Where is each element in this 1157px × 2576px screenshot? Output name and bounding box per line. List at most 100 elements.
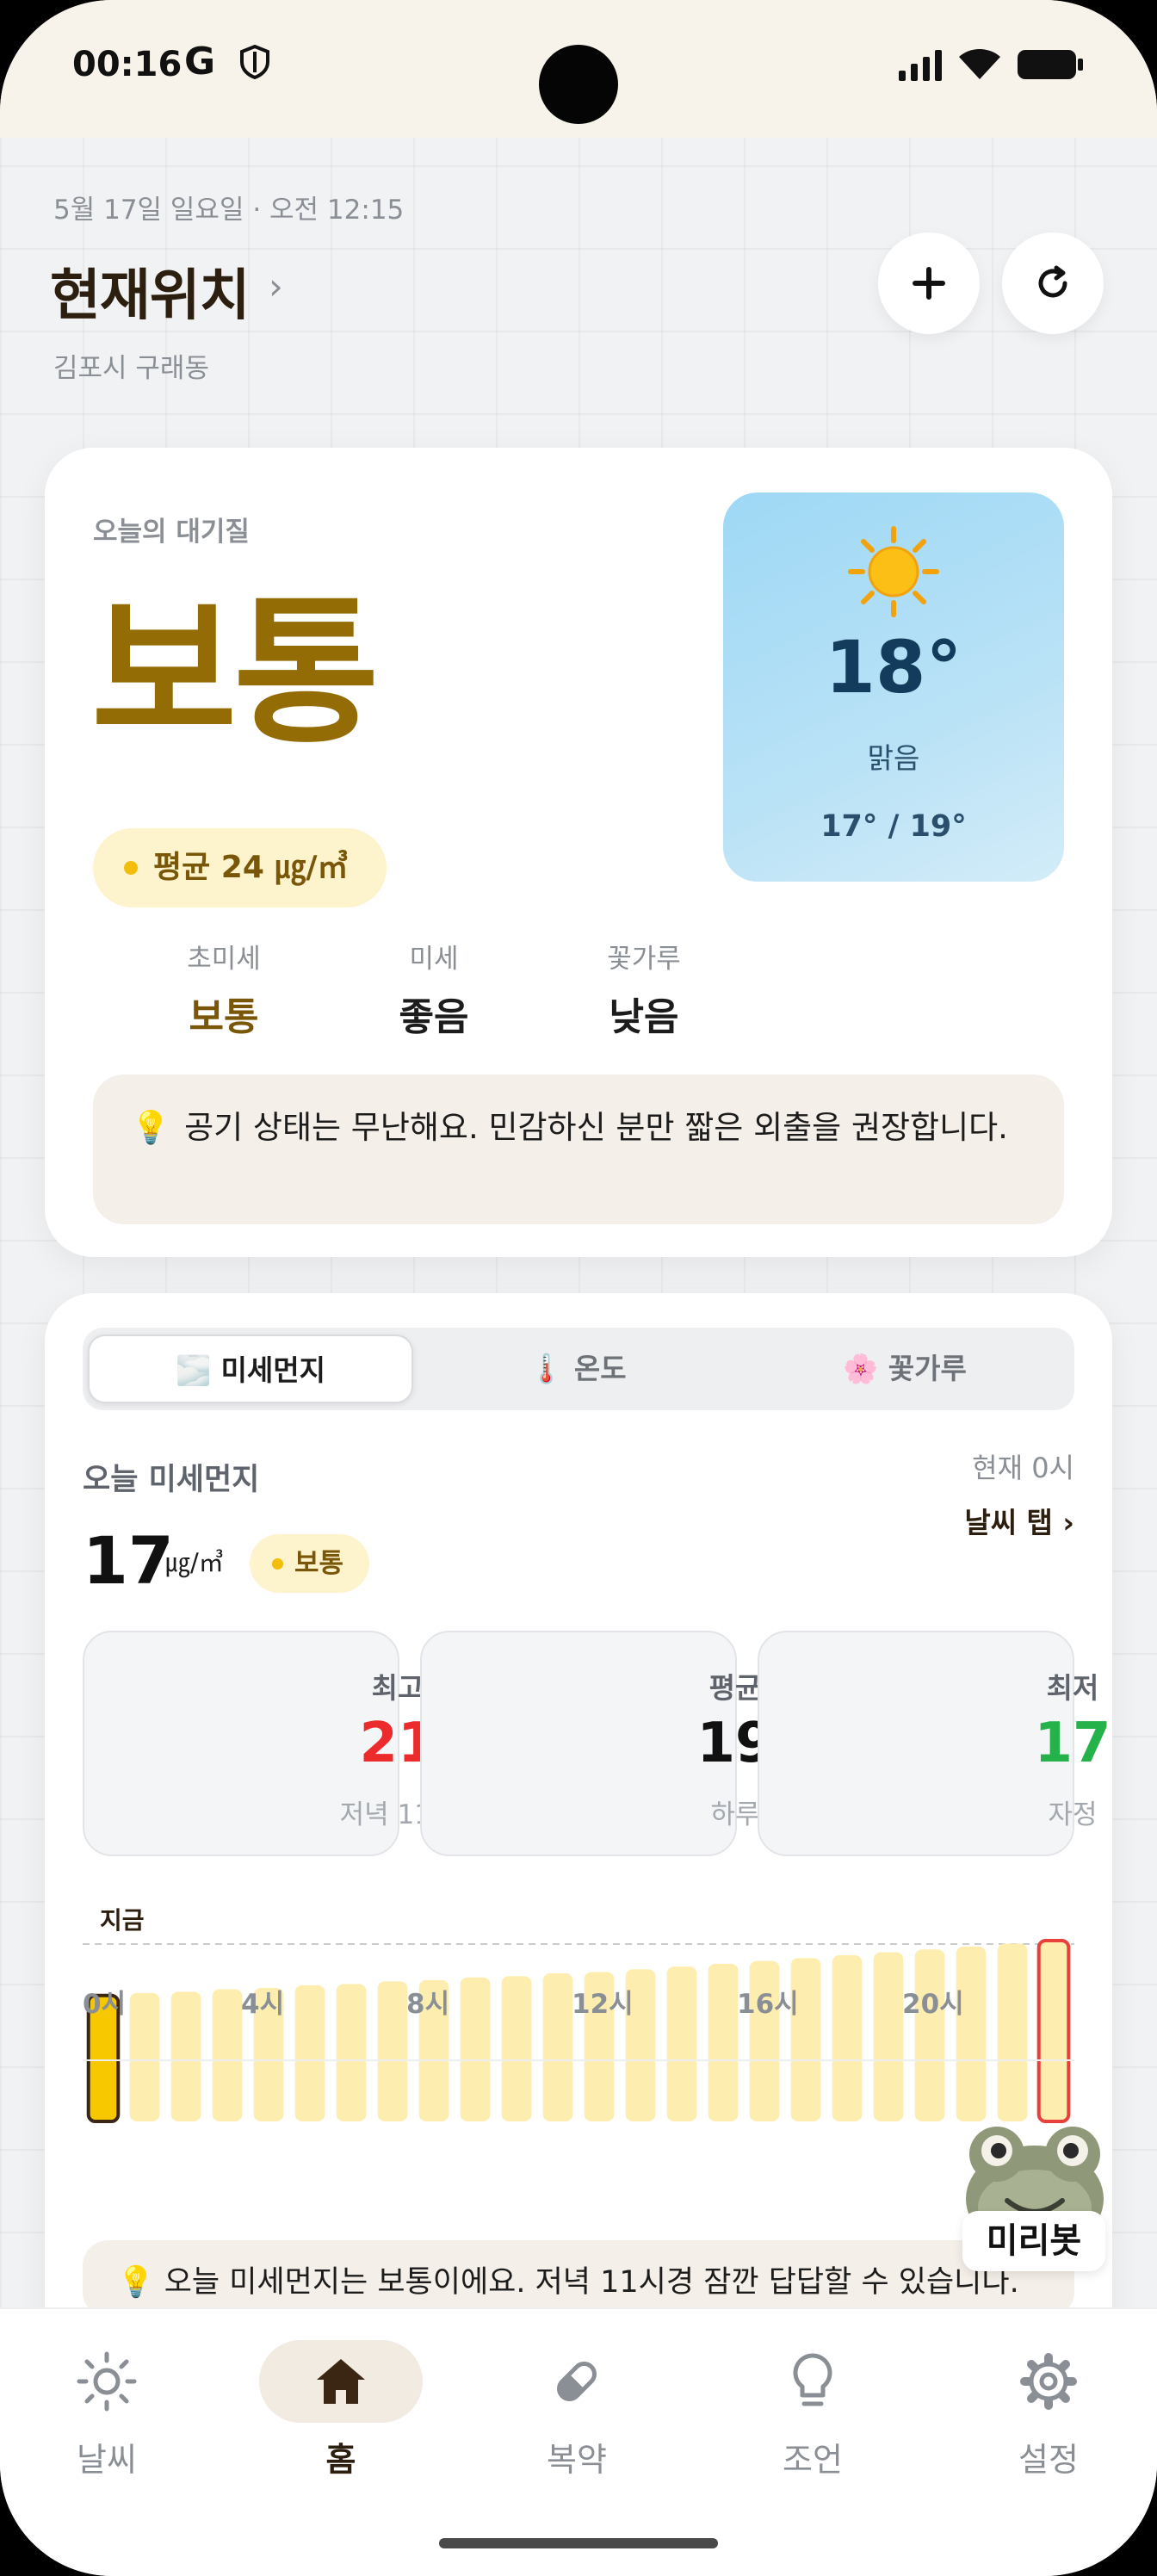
- chart-bar-19시: [873, 1952, 904, 2121]
- average-text: 평균 24 ㎍/㎥: [153, 850, 349, 885]
- weather-condition: 맑음: [867, 741, 920, 775]
- status-dot: [124, 861, 138, 875]
- chart-tick-label: 4시: [241, 1989, 285, 2020]
- stat-min-box: 최저 17 자정: [758, 1631, 1111, 1856]
- chart-bar-23시: [1036, 1939, 1071, 2123]
- weather-tile[interactable]: 18° 맑음 17° / 19°: [723, 492, 1064, 882]
- status-bar: 00:16 G: [0, 0, 1157, 138]
- nav-label: 조언: [783, 2441, 843, 2479]
- weather-range: 17° / 19°: [820, 809, 967, 844]
- nav-home[interactable]: 홈: [255, 2340, 427, 2480]
- refresh-button[interactable]: [1002, 232, 1104, 334]
- chart-bar-5시: [294, 1985, 325, 2121]
- tab-fine-dust[interactable]: 🌫️ 미세먼지: [88, 1334, 413, 1403]
- current-hour: 현재 0시: [972, 1452, 1074, 1484]
- stat-max-box: 최고 21 저녁 11시: [83, 1631, 455, 1856]
- wifi-icon: [959, 49, 1000, 79]
- stat-avg-box: 평균 19 하루: [420, 1631, 774, 1856]
- air-quality-card: 오늘의 대기질 보통 평균 24 ㎍/㎥ 초미세 보통 미세 좋음 꽃가루 낮음…: [45, 448, 1112, 1257]
- metric-value: 낮음: [609, 995, 679, 1039]
- stat-label: 최저: [1046, 1671, 1099, 1705]
- dust-status-text: 보통: [294, 1548, 344, 1579]
- advice-box: 💡 공기 상태는 무난해요. 민감하신 분만 짧은 외출을 권장합니다.: [93, 1074, 1064, 1224]
- fog-icon: 🌫️: [175, 1353, 212, 1387]
- weather-tab-link[interactable]: 날씨 탭 ›: [964, 1500, 1074, 1541]
- mascot-label[interactable]: 미리봇: [962, 2211, 1105, 2271]
- chart-bar-15시: [708, 1963, 739, 2121]
- chart-bar-21시: [956, 1946, 987, 2121]
- chart-bar-6시: [336, 1984, 367, 2121]
- home-icon: [317, 2359, 365, 2404]
- chart-bar-20시: [914, 1949, 945, 2121]
- nav-weather[interactable]: 날씨: [21, 2347, 193, 2480]
- stat-sub: 자정: [1048, 1799, 1098, 1830]
- dust-value: 17: [83, 1522, 174, 1599]
- pill-icon: [557, 2362, 597, 2401]
- nav-advice[interactable]: 조언: [727, 2347, 899, 2480]
- chart-bar-11시: [542, 1973, 573, 2121]
- chart-bar-14시: [666, 1966, 697, 2121]
- dust-advice-box: 💡 오늘 미세먼지는 보통이에요. 저녁 11시경 잠깐 답답할 수 있습니다.: [83, 2240, 1074, 2318]
- metric-value: 좋음: [399, 995, 469, 1039]
- nav-medication[interactable]: 복약: [491, 2347, 663, 2480]
- chart-bar-3시: [212, 1989, 243, 2121]
- add-location-button[interactable]: [878, 232, 980, 334]
- advice-text: 공기 상태는 무난해요. 민감하신 분만 짧은 외출을 권장합니다.: [184, 1109, 1008, 1146]
- lightbulb-icon: [793, 2353, 832, 2406]
- signal-icon: [899, 50, 942, 81]
- divider: [83, 2059, 1074, 2061]
- chevron-right-icon[interactable]: ›: [269, 265, 283, 307]
- gear-icon: [1020, 2353, 1077, 2410]
- chart-bar-1시: [129, 1992, 160, 2121]
- chart-tick-label: 20시: [902, 1989, 964, 2020]
- weather-temperature: 18°: [825, 625, 962, 709]
- air-quality-label: 오늘의 대기질: [93, 517, 250, 548]
- tab-label: 꽃가루: [888, 1352, 967, 1385]
- chart-bar-22시: [997, 1943, 1028, 2121]
- metric-label: 미세: [409, 944, 459, 975]
- nav-label: 날씨: [77, 2441, 137, 2479]
- refresh-icon: [1038, 265, 1067, 298]
- chart-tick-label: 12시: [572, 1989, 634, 2020]
- average-badge: 평균 24 ㎍/㎥: [93, 828, 387, 907]
- nav-label: 복약: [547, 2441, 607, 2479]
- google-icon: G: [184, 40, 216, 84]
- chart-tick-label: 8시: [406, 1989, 450, 2020]
- sun-icon: [77, 2351, 137, 2412]
- chart-bar-9시: [460, 1977, 491, 2121]
- stat-value: 17: [1034, 1712, 1111, 1775]
- fine-dust-metric: 미세 좋음: [348, 937, 520, 1041]
- bottom-nav: 날씨 홈 복약 조언 설정: [0, 2307, 1157, 2576]
- tab-pollen[interactable]: 🌸 꽃가루: [742, 1334, 1067, 1403]
- lightbulb-icon: 💡: [131, 1109, 171, 1146]
- metric-label: 초미세: [187, 944, 261, 975]
- camera-cutout: [539, 45, 618, 124]
- chart-now-label: 지금: [100, 1906, 145, 1935]
- plus-icon: [913, 267, 945, 300]
- shield-icon: [240, 45, 269, 79]
- chart-bar-10시: [501, 1976, 532, 2121]
- metric-value: 보통: [189, 995, 259, 1039]
- dust-unit: ㎍/㎥: [165, 1548, 224, 1577]
- home-indicator: [439, 2538, 718, 2548]
- metric-tab-bar: 🌫️ 미세먼지 🌡️ 온도 🌸 꽃가루: [83, 1328, 1074, 1410]
- location-title[interactable]: 현재위치: [50, 251, 251, 331]
- chart-tick-label: 0시: [83, 1989, 127, 2020]
- location-subtitle: 김포시 구래동: [53, 353, 209, 384]
- tab-temperature[interactable]: 🌡️ 온도: [415, 1334, 740, 1403]
- nav-label: 설정: [1018, 2441, 1079, 2479]
- nav-settings[interactable]: 설정: [962, 2347, 1135, 2480]
- date-text: 5월 17일 일요일 · 오전 12:15: [53, 195, 405, 226]
- chart-bar-18시: [832, 1955, 863, 2121]
- dust-status-badge: 보통: [250, 1534, 370, 1593]
- tab-label: 온도: [573, 1352, 627, 1385]
- blossom-icon: 🌸: [843, 1352, 879, 1385]
- status-time: 00:16: [72, 45, 183, 84]
- air-quality-status: 보통: [91, 581, 380, 765]
- chart-bar-7시: [377, 1981, 408, 2121]
- nav-label: 홈: [325, 2441, 356, 2479]
- thermometer-icon: 🌡️: [529, 1352, 565, 1385]
- phone-screen: 00:16 G 5월 17일 일요일 · 오전 12:15 현재위치 › 김포시…: [0, 0, 1157, 2576]
- dust-detail-card: 🌫️ 미세먼지 🌡️ 온도 🌸 꽃가루 오늘 미세먼지 현재 0시 날씨 탭 ›…: [45, 1293, 1112, 2412]
- pollen-metric: 꽃가루 낮음: [558, 937, 730, 1041]
